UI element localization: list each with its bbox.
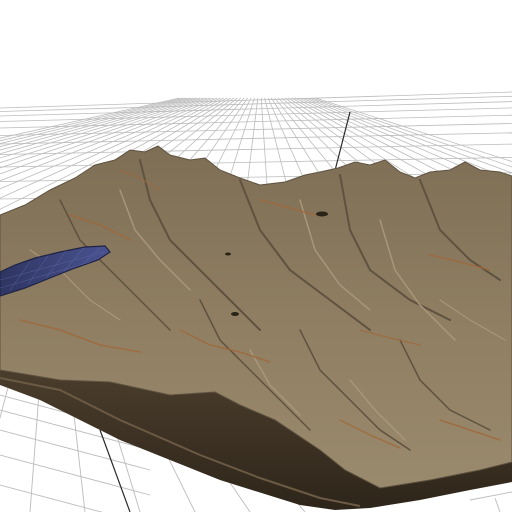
grid-line-horizontal [0,91,512,109]
grid-line-axis [99,429,131,512]
3d-viewport[interactable] [0,0,512,512]
terrain-scene[interactable] [0,0,512,512]
grid-line-horizontal [0,454,151,496]
grid-line-depth [494,497,501,512]
grid-line-horizontal [0,157,512,168]
grid-line-horizontal [469,491,512,501]
grid-line-depth [29,379,41,512]
grid-line-horizontal [0,114,512,129]
grid-line-depth [0,379,11,420]
